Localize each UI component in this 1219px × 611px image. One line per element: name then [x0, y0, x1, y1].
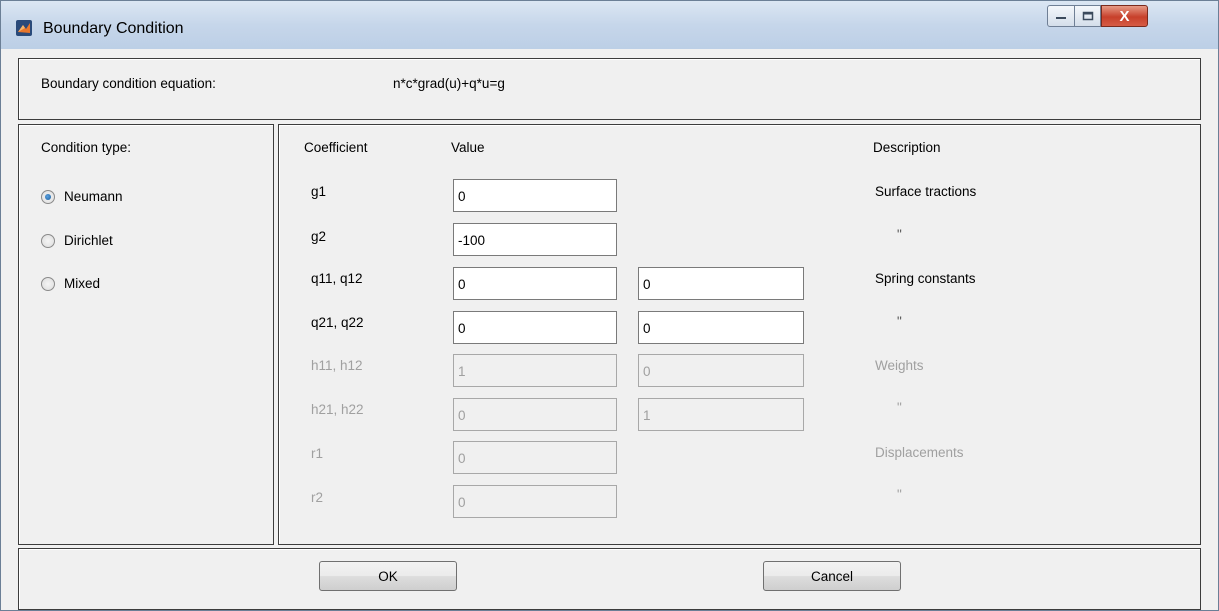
close-icon: X: [1119, 7, 1130, 25]
radio-icon: [41, 233, 55, 248]
coefficient-panel: Coefficient Value Description g1 0 Surfa…: [278, 124, 1201, 545]
coef-h21-h22: h21, h22: [311, 402, 364, 417]
matlab-icon: [16, 20, 32, 36]
header-coefficient: Coefficient: [304, 140, 368, 155]
equation-label: Boundary condition equation:: [41, 76, 216, 91]
radio-label: Neumann: [64, 189, 123, 204]
button-panel: OK Cancel: [18, 548, 1201, 610]
value-q11-field[interactable]: 0: [453, 267, 617, 300]
coef-h11-h12: h11, h12: [311, 358, 363, 373]
condition-type-label: Condition type:: [41, 140, 132, 155]
desc-g2: ": [897, 227, 902, 242]
radio-dirichlet[interactable]: Dirichlet: [41, 233, 113, 248]
maximize-icon: [1082, 11, 1093, 21]
value-g1-field[interactable]: 0: [453, 179, 617, 212]
header-value: Value: [451, 140, 485, 155]
minimize-button[interactable]: [1047, 5, 1075, 27]
value-q21-field[interactable]: 0: [453, 311, 617, 344]
desc-q1: Spring constants: [875, 271, 976, 286]
dialog-window: Boundary Condition X Boundary condition …: [0, 0, 1219, 611]
maximize-button[interactable]: [1074, 5, 1101, 27]
cancel-button[interactable]: Cancel: [763, 561, 901, 591]
radio-icon: [41, 276, 55, 291]
desc-q2: ": [897, 314, 902, 329]
equation-value: n*c*grad(u)+q*u=g: [393, 76, 505, 91]
value-q22-field[interactable]: 0: [638, 311, 804, 344]
desc-h1: Weights: [875, 358, 924, 373]
desc-g1: Surface tractions: [875, 184, 977, 199]
close-button[interactable]: X: [1101, 5, 1148, 27]
desc-h2: ": [897, 400, 902, 415]
header-description: Description: [873, 140, 941, 155]
radio-neumann[interactable]: Neumann: [41, 189, 123, 204]
title-bar[interactable]: Boundary Condition X: [1, 1, 1218, 49]
coef-q11-q12: q11, q12: [311, 271, 363, 286]
radio-icon-checked: [41, 189, 55, 204]
desc-r2: ": [897, 487, 902, 502]
coef-r1: r1: [311, 446, 324, 461]
coef-g1: g1: [311, 184, 327, 199]
value-r1-field: 0: [453, 441, 617, 474]
value-g2-field[interactable]: -100: [453, 223, 617, 256]
value-q12-field[interactable]: 0: [638, 267, 804, 300]
ok-button[interactable]: OK: [319, 561, 457, 591]
radio-label: Mixed: [64, 276, 101, 291]
coef-q21-q22: q21, q22: [311, 315, 364, 330]
value-h12-field: 0: [638, 354, 804, 387]
equation-panel: Boundary condition equation: n*c*grad(u)…: [18, 58, 1201, 120]
desc-r1: Displacements: [875, 445, 964, 460]
value-h11-field: 1: [453, 354, 617, 387]
radio-label: Dirichlet: [64, 233, 113, 248]
condition-type-panel: Condition type: Neumann Dirichlet Mixed: [18, 124, 274, 545]
coef-g2: g2: [311, 229, 327, 244]
window-title: Boundary Condition: [43, 20, 184, 37]
value-h22-field: 1: [638, 398, 804, 431]
radio-mixed[interactable]: Mixed: [41, 276, 100, 291]
minimize-icon: [1056, 17, 1066, 19]
value-r2-field: 0: [453, 485, 617, 518]
value-h21-field: 0: [453, 398, 617, 431]
coef-r2: r2: [311, 490, 324, 505]
